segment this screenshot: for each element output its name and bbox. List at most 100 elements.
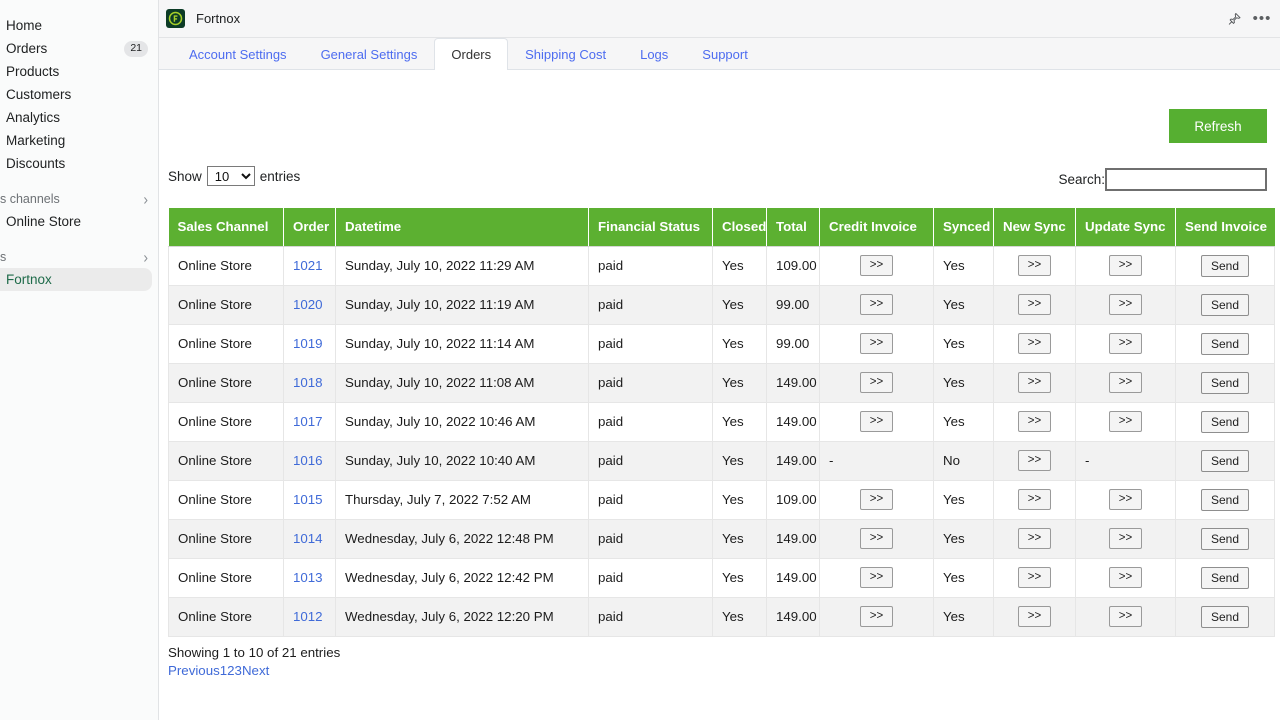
sidebar-item-products[interactable]: Products [0, 60, 158, 83]
update-sync-button[interactable]: >> [1109, 567, 1142, 588]
credit-invoice-button[interactable]: >> [860, 372, 893, 393]
sidebar-item-discounts[interactable]: Discounts [0, 152, 158, 175]
send-invoice-button[interactable]: Send [1201, 450, 1249, 472]
cell-datetime: Thursday, July 7, 2022 7:52 AM [336, 480, 589, 519]
column-header[interactable]: Synced [934, 208, 994, 246]
sidebar-item-home[interactable]: Home [0, 14, 158, 37]
sidebar-groups: s channels›Online Stores›Fortnox [0, 175, 158, 291]
tab-shipping-cost[interactable]: Shipping Cost [508, 38, 623, 69]
pagination-next[interactable]: Next [242, 663, 269, 678]
page-length-select[interactable]: 102550100 [207, 166, 255, 186]
cell-send-invoice: Send [1176, 441, 1275, 480]
new-sync-button[interactable]: >> [1018, 372, 1051, 393]
tab-account-settings[interactable]: Account Settings [172, 38, 304, 69]
pin-icon[interactable] [1223, 8, 1245, 30]
update-sync-button[interactable]: >> [1109, 372, 1142, 393]
tab-orders[interactable]: Orders [434, 38, 508, 70]
new-sync-button[interactable]: >> [1018, 255, 1051, 276]
new-sync-button[interactable]: >> [1018, 528, 1051, 549]
sidebar-item-fortnox[interactable]: Fortnox [0, 268, 152, 291]
update-sync-button[interactable]: >> [1109, 333, 1142, 354]
new-sync-button[interactable]: >> [1018, 489, 1051, 510]
order-link[interactable]: 1020 [293, 297, 323, 312]
order-link[interactable]: 1015 [293, 492, 323, 507]
send-invoice-button[interactable]: Send [1201, 567, 1249, 589]
update-sync-button[interactable]: >> [1109, 489, 1142, 510]
send-invoice-button[interactable]: Send [1201, 528, 1249, 550]
cell-datetime: Sunday, July 10, 2022 11:08 AM [336, 363, 589, 402]
sidebar-group-header[interactable]: s channels› [0, 187, 158, 210]
order-link[interactable]: 1013 [293, 570, 323, 585]
credit-invoice-button[interactable]: >> [860, 294, 893, 315]
update-sync-button[interactable]: >> [1109, 606, 1142, 627]
refresh-button[interactable]: Refresh [1169, 109, 1267, 143]
order-link[interactable]: 1021 [293, 258, 323, 273]
sidebar-item-label: Discounts [6, 156, 148, 171]
column-header[interactable]: Send Invoice [1176, 208, 1275, 246]
update-sync-button[interactable]: >> [1109, 294, 1142, 315]
app-header: Fortnox ••• [159, 0, 1280, 38]
send-invoice-button[interactable]: Send [1201, 606, 1249, 628]
cell-new-sync: >> [994, 402, 1076, 441]
tab-general-settings[interactable]: General Settings [304, 38, 435, 69]
cell-credit-invoice: >> [820, 246, 934, 285]
update-sync-button[interactable]: >> [1109, 411, 1142, 432]
sidebar-item-orders[interactable]: Orders21 [0, 37, 158, 60]
new-sync-button[interactable]: >> [1018, 333, 1051, 354]
sidebar-group-header[interactable]: s› [0, 245, 158, 268]
credit-invoice-button[interactable]: >> [860, 489, 893, 510]
cell-credit-invoice: >> [820, 402, 934, 441]
credit-invoice-button[interactable]: >> [860, 567, 893, 588]
update-sync-button[interactable]: >> [1109, 528, 1142, 549]
order-link[interactable]: 1017 [293, 414, 323, 429]
order-link[interactable]: 1018 [293, 375, 323, 390]
more-options-icon[interactable]: ••• [1251, 8, 1273, 30]
sidebar-group-label: s channels [0, 192, 143, 206]
chevron-right-icon[interactable]: › [143, 248, 148, 264]
column-header[interactable]: New Sync [994, 208, 1076, 246]
order-link[interactable]: 1012 [293, 609, 323, 624]
credit-invoice-button[interactable]: >> [860, 333, 893, 354]
order-link[interactable]: 1019 [293, 336, 323, 351]
cell-synced: Yes [934, 558, 994, 597]
send-invoice-button[interactable]: Send [1201, 411, 1249, 433]
credit-invoice-button[interactable]: >> [860, 255, 893, 276]
column-header[interactable]: Datetime [336, 208, 589, 246]
pagination-2[interactable]: 2 [227, 663, 234, 678]
send-invoice-button[interactable]: Send [1201, 255, 1249, 277]
column-header[interactable]: Credit Invoice [820, 208, 934, 246]
column-header[interactable]: Sales Channel [169, 208, 284, 246]
send-invoice-button[interactable]: Send [1201, 372, 1249, 394]
new-sync-button[interactable]: >> [1018, 294, 1051, 315]
pagination-3[interactable]: 3 [235, 663, 242, 678]
credit-invoice-button[interactable]: >> [860, 411, 893, 432]
credit-invoice-button[interactable]: >> [860, 606, 893, 627]
tab-support[interactable]: Support [685, 38, 765, 69]
new-sync-button[interactable]: >> [1018, 567, 1051, 588]
order-link[interactable]: 1014 [293, 531, 323, 546]
sidebar-item-online-store[interactable]: Online Store [0, 210, 158, 233]
new-sync-button[interactable]: >> [1018, 411, 1051, 432]
app-title: Fortnox [196, 11, 240, 26]
search-input[interactable] [1105, 168, 1267, 191]
pagination-previous[interactable]: Previous [168, 663, 220, 678]
new-sync-button[interactable]: >> [1018, 606, 1051, 627]
update-sync-button[interactable]: >> [1109, 255, 1142, 276]
sidebar-item-marketing[interactable]: Marketing [0, 129, 158, 152]
tab-logs[interactable]: Logs [623, 38, 685, 69]
new-sync-button[interactable]: >> [1018, 450, 1051, 471]
column-header[interactable]: Total [767, 208, 820, 246]
column-header[interactable]: Order [284, 208, 336, 246]
chevron-right-icon[interactable]: › [143, 190, 148, 206]
send-invoice-button[interactable]: Send [1201, 333, 1249, 355]
send-invoice-button[interactable]: Send [1201, 294, 1249, 316]
send-invoice-button[interactable]: Send [1201, 489, 1249, 511]
credit-invoice-button[interactable]: >> [860, 528, 893, 549]
sidebar-item-analytics[interactable]: Analytics [0, 106, 158, 129]
column-header[interactable]: Update Sync [1076, 208, 1176, 246]
column-header[interactable]: Closed [713, 208, 767, 246]
cell-update-sync: >> [1076, 480, 1176, 519]
order-link[interactable]: 1016 [293, 453, 323, 468]
sidebar-item-customers[interactable]: Customers [0, 83, 158, 106]
column-header[interactable]: Financial Status [589, 208, 713, 246]
